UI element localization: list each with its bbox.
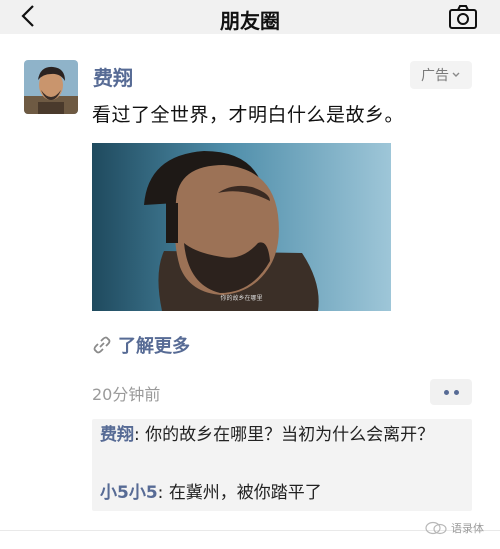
- more-actions-button[interactable]: [430, 379, 472, 405]
- watermark-text: 语录体: [451, 522, 484, 535]
- dot-icon: [443, 389, 449, 395]
- chevron-down-icon: [452, 72, 460, 77]
- image-caption: 你的故乡在哪里: [220, 295, 263, 302]
- comment-author[interactable]: 小5小5: [100, 483, 158, 503]
- comment-separator: :: [157, 483, 169, 503]
- link-icon: [93, 336, 111, 354]
- comments-section: 费翔: 你的故乡在哪里？当初为什么会离开？ 小5小5: 在冀州，被你踏平了: [92, 419, 472, 511]
- comment-author[interactable]: 费翔: [100, 425, 134, 445]
- ad-badge[interactable]: 广告: [410, 61, 472, 89]
- post-text: 看过了全世界，才明白什么是故乡。: [92, 104, 405, 126]
- dot-icon: [453, 389, 459, 395]
- author-avatar[interactable]: [24, 60, 78, 114]
- post-author-name[interactable]: 费翔: [93, 62, 133, 91]
- post-timestamp: 20分钟前: [92, 385, 161, 404]
- post-image[interactable]: 你的故乡在哪里: [92, 143, 391, 311]
- comment-text: 你的故乡在哪里？当初为什么会离开？: [145, 425, 435, 445]
- wechat-logo-icon: [425, 521, 447, 535]
- comment-separator: :: [134, 425, 146, 445]
- page-title: 朋友圈: [220, 9, 280, 33]
- ad-label: 广告: [421, 68, 449, 84]
- comment[interactable]: 费翔: 你的故乡在哪里？当初为什么会离开？: [100, 423, 462, 447]
- learn-more-link[interactable]: 了解更多: [92, 332, 190, 358]
- watermark: 语录体: [425, 520, 484, 536]
- comment[interactable]: 小5小5: 在冀州，被你踏平了: [100, 481, 322, 505]
- comment-text: 在冀州，被你踏平了: [168, 483, 322, 503]
- learn-more-label: 了解更多: [118, 336, 190, 357]
- top-bar: 朋友圈: [0, 0, 500, 34]
- camera-icon[interactable]: [448, 4, 478, 30]
